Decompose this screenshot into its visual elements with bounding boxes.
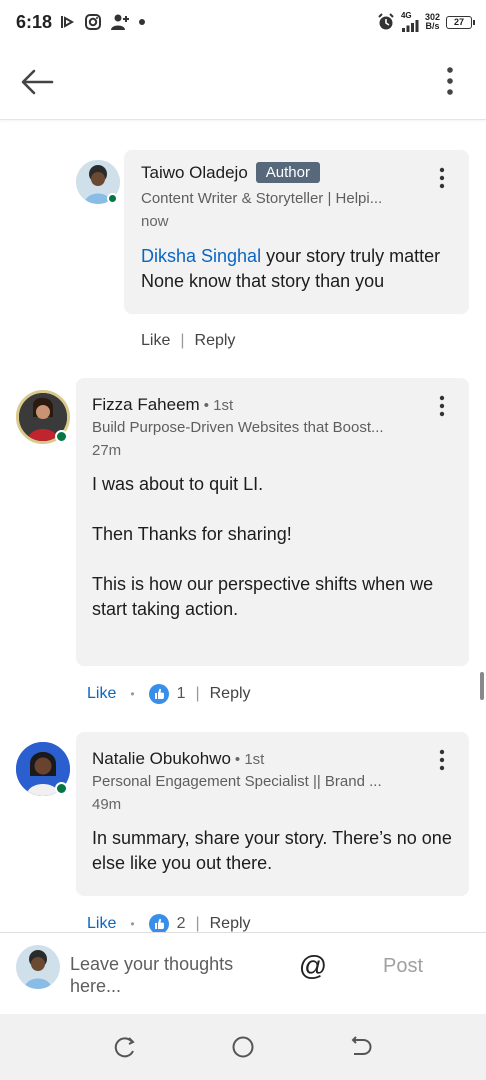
avatar	[16, 945, 60, 989]
comment-paragraph: I was about to quit LI.	[92, 474, 264, 494]
home-icon[interactable]	[230, 1034, 256, 1060]
comment-composer: Leave your thoughts here... @ Post	[0, 932, 486, 1014]
battery-icon: 27	[446, 15, 475, 29]
back-nav-icon[interactable]	[349, 1034, 375, 1060]
cast-icon	[61, 16, 75, 28]
commenter-headline: Content Writer & Storyteller | Helpi...	[141, 190, 383, 207]
comment-header: Taiwo Oladejo Author	[141, 162, 320, 183]
system-nav-bar	[0, 1014, 486, 1080]
dot-icon	[139, 19, 146, 25]
like-button[interactable]: Like	[141, 332, 170, 350]
like-reaction-icon[interactable]	[148, 684, 169, 704]
comment-paragraph: This is how our perspective shifts when …	[92, 574, 434, 619]
mention-link[interactable]: Diksha Singhal	[141, 246, 261, 266]
add-user-icon	[111, 14, 130, 30]
comment-item: Fizza Faheem • 1st Build Purpose-Driven …	[0, 378, 486, 708]
connection-degree: • 1st	[203, 396, 234, 414]
comment-item: Taiwo Oladejo Author Content Writer & St…	[0, 120, 486, 360]
like-button[interactable]: Like	[87, 915, 116, 932]
status-right: 4G 302 B/s 27	[377, 12, 475, 32]
dot-separator: •	[130, 917, 135, 931]
commenter-headline: Build Purpose-Driven Websites that Boost…	[92, 419, 384, 436]
post-button[interactable]: Post	[383, 955, 423, 978]
commenter-name[interactable]: Fizza Faheem	[92, 395, 200, 415]
avatar-image-icon	[16, 945, 60, 989]
comment-text: I was about to quit LI. Then Thanks for …	[92, 472, 462, 622]
commenter-headline: Personal Engagement Specialist || Brand …	[92, 773, 382, 790]
alarm-icon	[378, 13, 394, 30]
comment-actions: Like • 1 | Reply	[87, 684, 251, 704]
comment-input[interactable]: Leave your thoughts here...	[70, 953, 270, 997]
reply-button[interactable]: Reply	[195, 332, 236, 350]
comment-text: Diksha Singhal your story truly matter N…	[141, 244, 459, 294]
comment-time: 49m	[92, 796, 122, 813]
online-status-dot	[55, 782, 68, 795]
divider: |	[180, 332, 185, 349]
net-speed-unit: B/s	[425, 21, 440, 31]
network-indicator: 4G	[401, 12, 419, 32]
net-speed: 302 B/s	[425, 13, 440, 31]
dot-separator: •	[130, 687, 135, 701]
network-type: 4G	[400, 11, 412, 20]
reaction-count[interactable]: 1	[177, 685, 186, 703]
comment-time: 27m	[92, 442, 122, 459]
comment-actions: Like | Reply	[141, 332, 235, 350]
scrollbar-thumb[interactable]	[480, 672, 484, 700]
online-status-dot	[107, 193, 118, 204]
comment-actions: Like • 2 | Reply	[87, 914, 251, 932]
recent-apps-icon[interactable]	[112, 1034, 138, 1060]
vertical-dots-icon[interactable]	[437, 749, 447, 771]
like-reaction-icon[interactable]	[148, 914, 169, 932]
reply-button[interactable]: Reply	[210, 915, 251, 932]
comment-item: Natalie Obukohwo • 1st Personal Engageme…	[0, 732, 486, 932]
arrow-left-icon[interactable]	[18, 64, 58, 100]
connection-degree: • 1st	[234, 750, 265, 768]
signal-icon	[401, 20, 419, 32]
like-button[interactable]: Like	[87, 685, 116, 703]
vertical-dots-icon[interactable]	[440, 66, 460, 98]
commenter-name[interactable]: Taiwo Oladejo	[141, 163, 248, 183]
comment-header: Natalie Obukohwo • 1st	[92, 749, 264, 769]
author-badge: Author	[255, 162, 320, 183]
vertical-dots-icon[interactable]	[437, 395, 447, 417]
reply-button[interactable]: Reply	[210, 685, 251, 703]
commenter-name[interactable]: Natalie Obukohwo	[92, 749, 231, 769]
comment-text: In summary, share your story. There’s no…	[92, 828, 452, 873]
instagram-icon	[85, 14, 102, 30]
status-bar: 6:18 4G 302 B/s 27	[0, 0, 486, 44]
comments-list[interactable]: Taiwo Oladejo Author Content Writer & St…	[0, 120, 486, 932]
online-status-dot	[55, 430, 68, 443]
comment-header: Fizza Faheem • 1st	[92, 395, 233, 415]
status-time: 6:18	[16, 11, 53, 32]
mention-button[interactable]: @	[298, 951, 328, 981]
divider: |	[195, 685, 200, 702]
vertical-dots-icon[interactable]	[437, 167, 447, 189]
reaction-count[interactable]: 2	[177, 915, 186, 932]
comment-paragraph: Then Thanks for sharing!	[92, 524, 292, 544]
divider: |	[195, 915, 200, 932]
comment-time: now	[141, 213, 169, 230]
app-header	[0, 44, 486, 120]
status-left-icons	[60, 13, 146, 31]
